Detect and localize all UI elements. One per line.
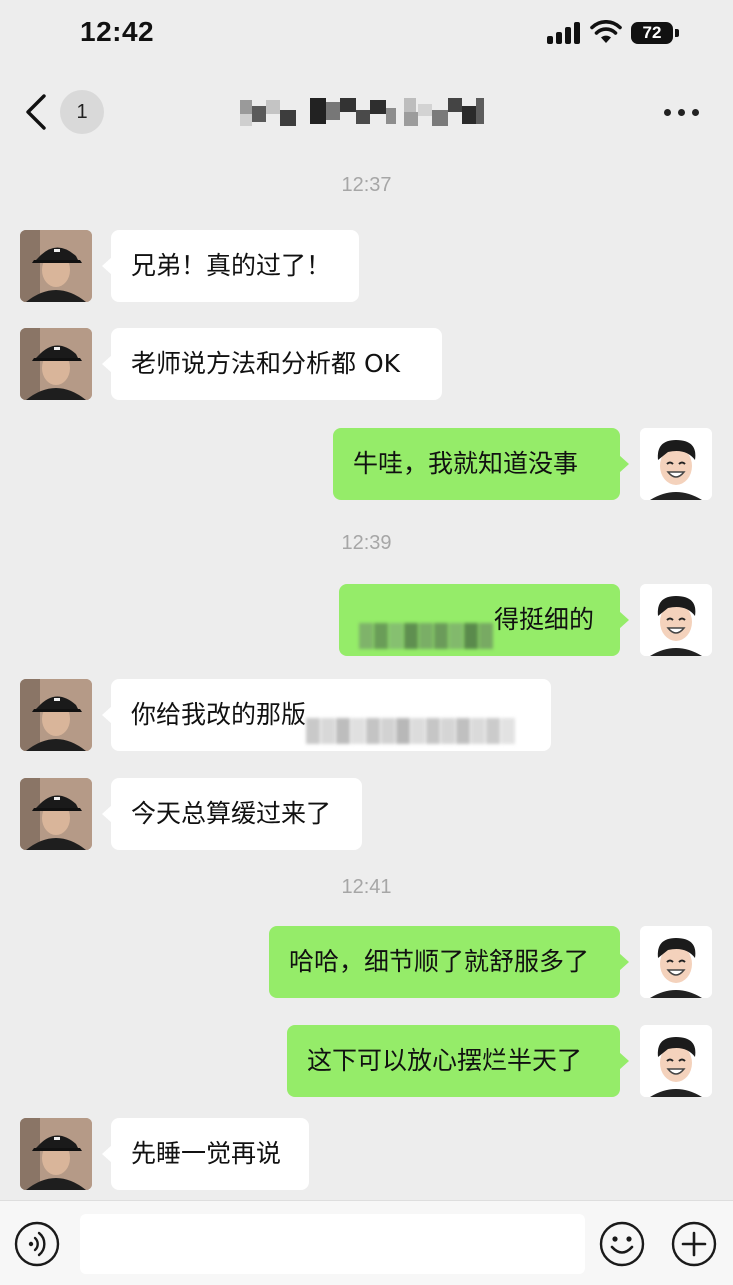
- friend-avatar-image: [20, 328, 92, 400]
- outgoing-message[interactable]: 得挺细的: [339, 584, 629, 656]
- timestamp: 12:37: [341, 174, 392, 196]
- my-avatar-image: [640, 926, 712, 998]
- message-text: 哈哈，细节顺了就舒服多了: [289, 947, 590, 976]
- chat-header: 1: [0, 68, 733, 158]
- friend-avatar[interactable]: [20, 778, 92, 850]
- chat-title-redacted[interactable]: [240, 96, 486, 130]
- message-input[interactable]: [80, 1214, 585, 1274]
- redacted-text: [359, 605, 494, 649]
- my-avatar[interactable]: [640, 584, 712, 656]
- chevron-left-icon[interactable]: [20, 92, 54, 132]
- outgoing-message[interactable]: 哈哈，细节顺了就舒服多了: [269, 926, 629, 998]
- unread-count-badge[interactable]: 1: [60, 90, 104, 134]
- incoming-message[interactable]: 兄弟！真的过了！: [102, 230, 359, 302]
- emoji-icon[interactable]: [598, 1220, 646, 1268]
- incoming-message[interactable]: 先睡一觉再说: [102, 1118, 309, 1190]
- input-bar: [0, 1200, 733, 1285]
- message-text: 你给我改的那版: [131, 700, 307, 729]
- voice-icon[interactable]: [14, 1221, 60, 1267]
- my-avatar-image: [640, 1025, 712, 1097]
- message-text: 老师说方法和分析都 OK: [131, 349, 401, 378]
- plus-icon[interactable]: [670, 1220, 718, 1268]
- message-text: 牛哇，我就知道没事: [353, 449, 579, 478]
- friend-avatar-image: [20, 679, 92, 751]
- friend-avatar[interactable]: [20, 328, 92, 400]
- friend-avatar[interactable]: [20, 230, 92, 302]
- battery-cap: [675, 29, 679, 37]
- more-dots-icon[interactable]: [660, 100, 704, 124]
- message-text: 今天总算缓过来了: [131, 799, 332, 828]
- friend-avatar[interactable]: [20, 679, 92, 751]
- outgoing-message[interactable]: 这下可以放心摆烂半天了: [287, 1025, 629, 1097]
- status-bar: 12:42 72: [0, 0, 733, 68]
- my-avatar-image: [640, 584, 712, 656]
- friend-avatar-image: [20, 778, 92, 850]
- message-text: 这下可以放心摆烂半天了: [307, 1046, 583, 1075]
- incoming-message[interactable]: 今天总算缓过来了: [102, 778, 362, 850]
- timestamp: 12:39: [341, 532, 392, 554]
- timestamp: 12:41: [341, 876, 392, 898]
- my-avatar-image: [640, 428, 712, 500]
- message-text: 得挺细的: [494, 605, 595, 634]
- my-avatar[interactable]: [640, 926, 712, 998]
- wifi-icon: [590, 20, 622, 43]
- signal-icon: [547, 22, 581, 44]
- incoming-message[interactable]: 老师说方法和分析都 OK: [102, 328, 442, 400]
- friend-avatar[interactable]: [20, 1118, 92, 1190]
- battery-indicator: 72: [631, 22, 673, 44]
- friend-avatar-image: [20, 230, 92, 302]
- outgoing-message[interactable]: 牛哇，我就知道没事: [333, 428, 629, 500]
- my-avatar[interactable]: [640, 1025, 712, 1097]
- message-text: 兄弟！真的过了！: [131, 251, 332, 280]
- incoming-message[interactable]: 你给我改的那版: [102, 679, 551, 751]
- status-time: 12:42: [80, 16, 155, 47]
- my-avatar[interactable]: [640, 428, 712, 500]
- redacted-text: [306, 700, 516, 744]
- message-text: 先睡一觉再说: [131, 1139, 282, 1168]
- friend-avatar-image: [20, 1118, 92, 1190]
